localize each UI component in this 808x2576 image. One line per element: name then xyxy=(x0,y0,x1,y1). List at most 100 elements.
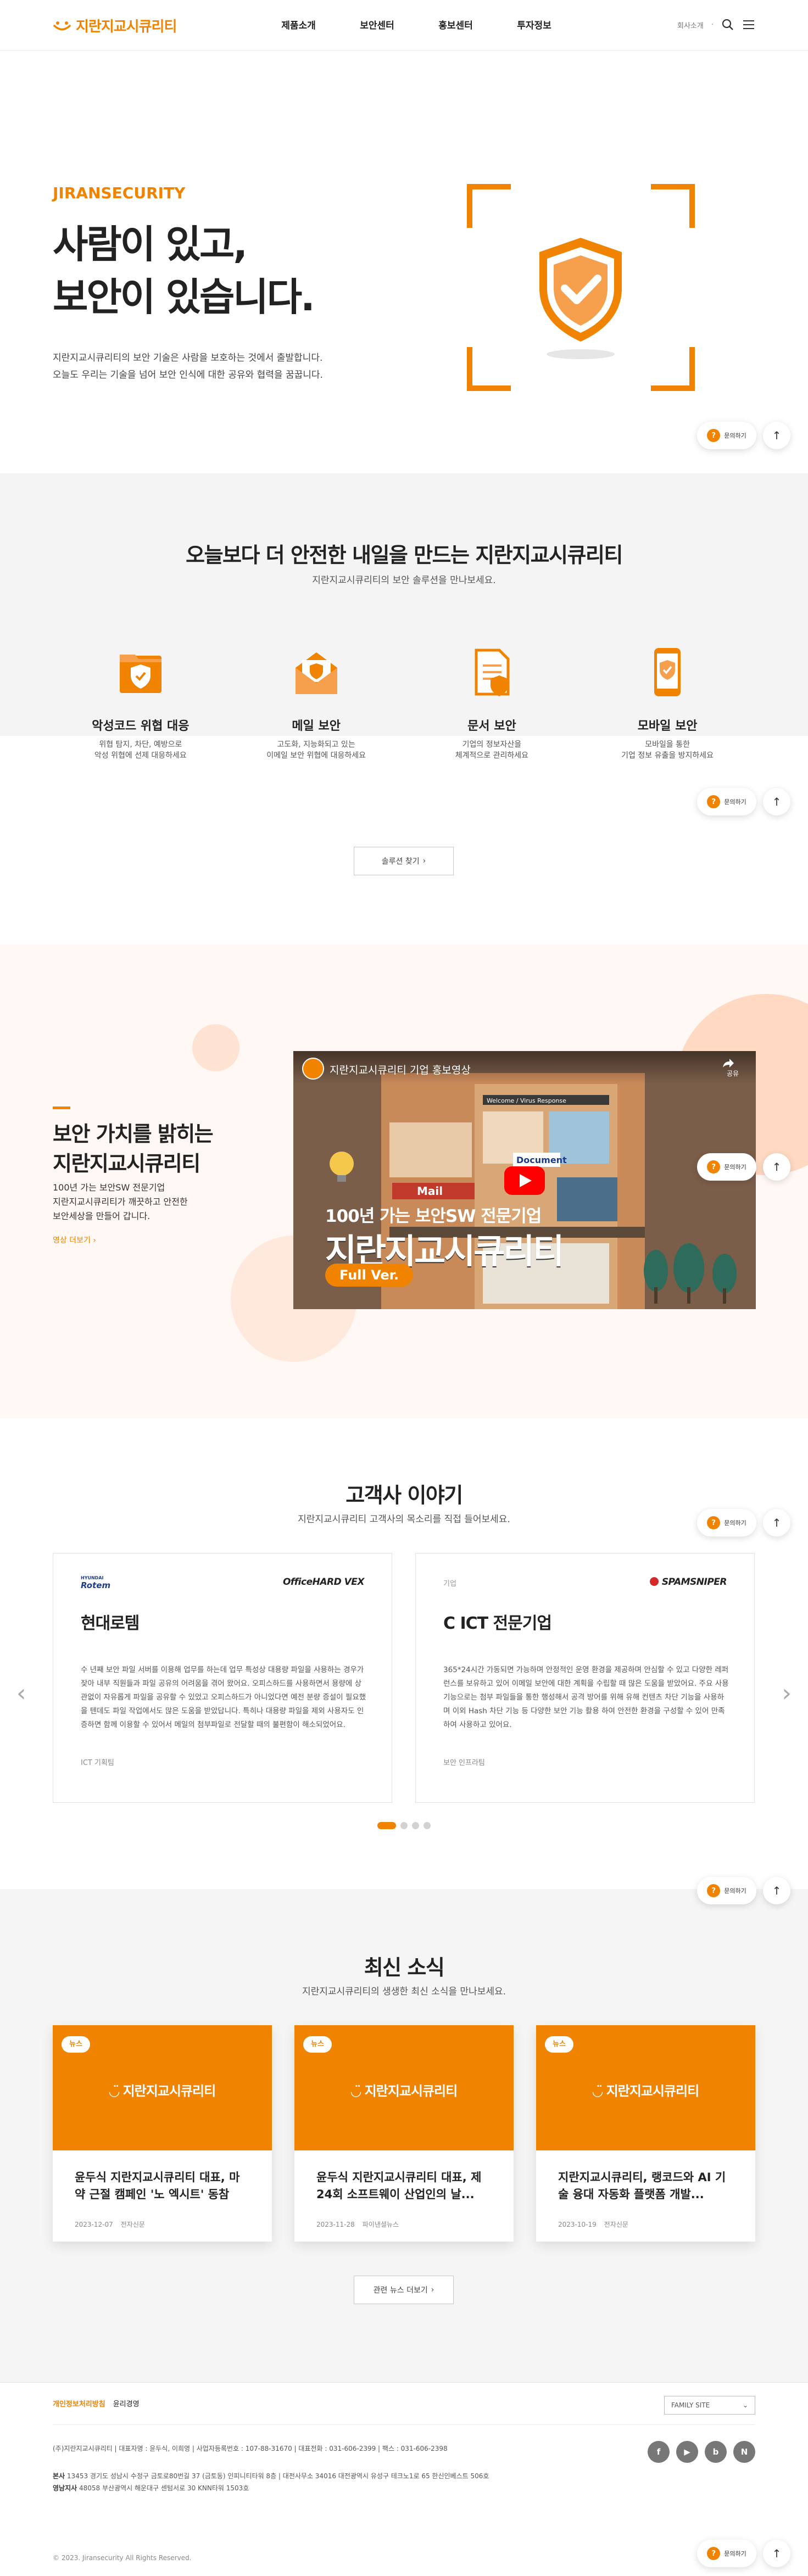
solution-item-mobile[interactable]: 모바일 보안 모바일을 통한 기업 정보 유출을 방지하세요 xyxy=(579,644,755,761)
branch-label: 영남지사 xyxy=(53,2484,77,2492)
logo-text: 지란지교시큐리티 xyxy=(76,19,177,35)
inquiry-button[interactable]: ? 문의하기 xyxy=(697,2540,756,2567)
news-meta: 2023-10-19 전자신문 xyxy=(536,2210,755,2229)
news-logo-text: 지란지교시큐리티 xyxy=(364,2083,458,2099)
news-card[interactable]: 뉴스 ◡̈ 지란지교시큐리티 윤두식 지란지교시큐리티 대표, 마약 근절 캠페… xyxy=(53,2025,272,2242)
scroll-top-button[interactable]: ↑ xyxy=(763,1509,790,1536)
news-card-list: 뉴스 ◡̈ 지란지교시큐리티 윤두식 지란지교시큐리티 대표, 마약 근절 캠페… xyxy=(53,2025,755,2242)
nav-products[interactable]: 제품소개 xyxy=(259,18,338,31)
play-button[interactable] xyxy=(504,1166,545,1195)
video-title-line2: 지란지교시큐리티 xyxy=(53,1152,200,1176)
header-utils: 회사소개 · xyxy=(677,18,755,31)
nav-security-center[interactable]: 보안센터 xyxy=(338,18,416,31)
news-card[interactable]: 뉴스 ◡̈ 지란지교시큐리티 지란지교시큐리티, 랭코드와 AI 기술 융대 자… xyxy=(536,2025,755,2242)
question-icon: ? xyxy=(707,1884,721,1897)
share-button[interactable]: 공유 xyxy=(722,1058,744,1078)
solution-item-mail[interactable]: 메일 보안 고도화, 지능화되고 있는 이메일 보안 위협에 대응하세요 xyxy=(229,644,404,761)
solution-desc: 모바일을 통한 기업 정보 유출을 방지하세요 xyxy=(621,740,714,760)
hero-desc: 지란지교시큐리티의 보안 기술은 사람을 보호하는 것에서 출발합니다. 오늘도… xyxy=(53,350,448,384)
news-thumbnail: 뉴스 ◡̈ 지란지교시큐리티 xyxy=(53,2025,272,2150)
blog-icon[interactable]: b xyxy=(705,2441,727,2463)
copyright: © 2023. Jiransecurity All Rights Reserve… xyxy=(53,2554,192,2562)
arrow-up-icon: ↑ xyxy=(772,1884,782,1897)
facebook-icon[interactable]: f xyxy=(648,2441,670,2463)
customer-tag: 기업 xyxy=(443,1580,456,1588)
nav-ir[interactable]: 투자정보 xyxy=(495,18,573,31)
youtube-icon[interactable]: ▶ xyxy=(676,2441,698,2463)
solutions-title: 오늘보다 더 안전한 내일을 만드는 지란지교시큐리티 xyxy=(186,543,623,567)
question-icon: ? xyxy=(707,2547,721,2560)
mobile-shield-icon xyxy=(654,648,681,696)
more-news-button[interactable]: 관련 뉴스 더보기 › xyxy=(354,2276,454,2304)
channel-avatar[interactable] xyxy=(302,1058,324,1080)
news-date: 2023-10-19 xyxy=(558,2221,597,2228)
floating-actions: ? 문의하기 ↑ xyxy=(697,1153,790,1181)
floating-actions: ? 문의하기 ↑ xyxy=(697,1877,790,1904)
customer-team: 보안 인프라팀 xyxy=(443,1759,485,1767)
inquiry-button[interactable]: ? 문의하기 xyxy=(697,1153,756,1181)
video-caption[interactable]: 지란지교시큐리티 기업 홍보영상 xyxy=(330,1062,471,1077)
video-title-line1: 보안 가치를 밝히는 xyxy=(53,1122,214,1146)
hero-section: JIRANSECURITY 사람이 있고, 보안이 있습니다. 지란지교시큐리티… xyxy=(0,51,808,473)
share-label: 공유 xyxy=(726,1070,739,1077)
family-site-select[interactable]: FAMILY SITE ⌄ xyxy=(664,2396,755,2415)
naver-icon[interactable]: N xyxy=(733,2441,755,2463)
nav-pr-center[interactable]: 홍보센터 xyxy=(416,18,495,31)
floating-actions: ? 문의하기 ↑ xyxy=(697,2540,790,2567)
hero-desc-line2: 오늘도 우리는 기술을 넘어 보안 인식에 대한 공유와 협력을 꿈꿉니다. xyxy=(53,370,323,381)
news-source: 파이낸셜뉴스 xyxy=(362,2221,399,2228)
ethics-link[interactable]: 윤리경영 xyxy=(113,2398,140,2409)
privacy-policy-link[interactable]: 개인정보처리방침 xyxy=(53,2398,105,2409)
news-title-text: 윤두식 지란지교시큐리티 대표, 마약 근절 캠페인 '노 엑시트' 동참 xyxy=(75,2171,240,2201)
scroll-top-button[interactable]: ↑ xyxy=(763,788,790,815)
pagination-dot[interactable] xyxy=(400,1822,408,1829)
carousel-prev-button[interactable]: ‹ xyxy=(16,1679,26,1707)
news-logo: ◡̈ 지란지교시큐리티 xyxy=(294,2080,514,2099)
inquiry-button[interactable]: ? 문의하기 xyxy=(697,1877,756,1904)
news-logo-text: 지란지교시큐리티 xyxy=(122,2083,216,2099)
find-solution-button[interactable]: 솔루션 찾기 › xyxy=(354,847,454,875)
chevron-right-icon: › xyxy=(431,2286,434,2294)
folder-shield-icon xyxy=(119,655,161,693)
scroll-top-button[interactable]: ↑ xyxy=(763,2540,790,2567)
customer-name: 현대로템 xyxy=(81,1614,140,1633)
inquiry-button[interactable]: ? 문의하기 xyxy=(697,1509,756,1536)
share-icon xyxy=(723,1059,734,1068)
more-video-link[interactable]: 영상 더보기 › xyxy=(53,1234,96,1245)
video-desc-line2: 지란지교시큐리티가 깨끗하고 안전한 xyxy=(53,1197,188,1207)
arrow-up-icon: ↑ xyxy=(772,795,782,808)
news-meta: 2023-12-07 전자신문 xyxy=(53,2210,272,2229)
customer-card[interactable]: HYUNDAI Rotem OfficeHARD VEX 현대로템 수 년째 보… xyxy=(53,1553,392,1803)
search-icon[interactable] xyxy=(721,18,734,31)
pagination-dot[interactable] xyxy=(412,1822,419,1829)
news-card[interactable]: 뉴스 ◡̈ 지란지교시큐리티 윤두식 지란지교시큐리티 대표, 제24회 소프트… xyxy=(294,2025,514,2242)
inquiry-button[interactable]: ? 문의하기 xyxy=(697,422,756,449)
video-player[interactable]: Welcome / Virus Response Mail Document 지… xyxy=(293,1051,756,1309)
customer-logo-small: HYUNDAI xyxy=(81,1575,104,1580)
site-logo[interactable]: 지란지교시큐리티 xyxy=(53,15,177,36)
news-title-text: 윤두식 지란지교시큐리티 대표, 제24회 소프트웨이 산업인의 날... xyxy=(316,2171,482,2201)
company-link[interactable]: 회사소개 xyxy=(677,20,704,30)
customer-name: C ICT 전문기업 xyxy=(443,1614,552,1633)
pagination-dot[interactable] xyxy=(423,1822,431,1829)
scroll-top-button[interactable]: ↑ xyxy=(763,1877,790,1904)
solution-item-document[interactable]: 문서 보안 기업의 정보자산을 체계적으로 관리하세요 xyxy=(404,644,580,761)
site-header: 지란지교시큐리티 제품소개 보안센터 홍보센터 투자정보 회사소개 · xyxy=(0,0,808,51)
smile-logo-icon xyxy=(53,21,71,30)
scroll-top-button[interactable]: ↑ xyxy=(763,1153,790,1181)
solution-item-malware[interactable]: 악성코드 위협 대응 위협 탐지, 차단, 예방으로 악성 위협에 선제 대응하… xyxy=(53,644,229,761)
hq-text: 13453 경기도 성남시 수정구 금토로80번길 37 (금토동) 인피니티타… xyxy=(66,2472,489,2480)
floating-actions: ? 문의하기 ↑ xyxy=(697,1509,790,1536)
product-brand: SPAMSNIPER xyxy=(650,1577,727,1588)
customer-card[interactable]: 기업 SPAMSNIPER C ICT 전문기업 365*24시간 가동되면 가… xyxy=(415,1553,755,1803)
question-icon: ? xyxy=(707,795,721,808)
menu-icon[interactable] xyxy=(742,18,755,31)
pagination-dot-active[interactable] xyxy=(377,1822,396,1829)
inquiry-label: 문의하기 xyxy=(724,1887,746,1895)
inquiry-button[interactable]: ? 문의하기 xyxy=(697,788,756,815)
floating-actions: ? 문의하기 ↑ xyxy=(697,422,790,449)
carousel-next-button[interactable]: › xyxy=(782,1679,792,1707)
solution-name: 문서 보안 xyxy=(467,719,516,733)
scroll-top-button[interactable]: ↑ xyxy=(763,422,790,449)
hq-address: 본사 13453 경기도 성남시 수정구 금토로80번길 37 (금토동) 인피… xyxy=(53,2471,489,2482)
